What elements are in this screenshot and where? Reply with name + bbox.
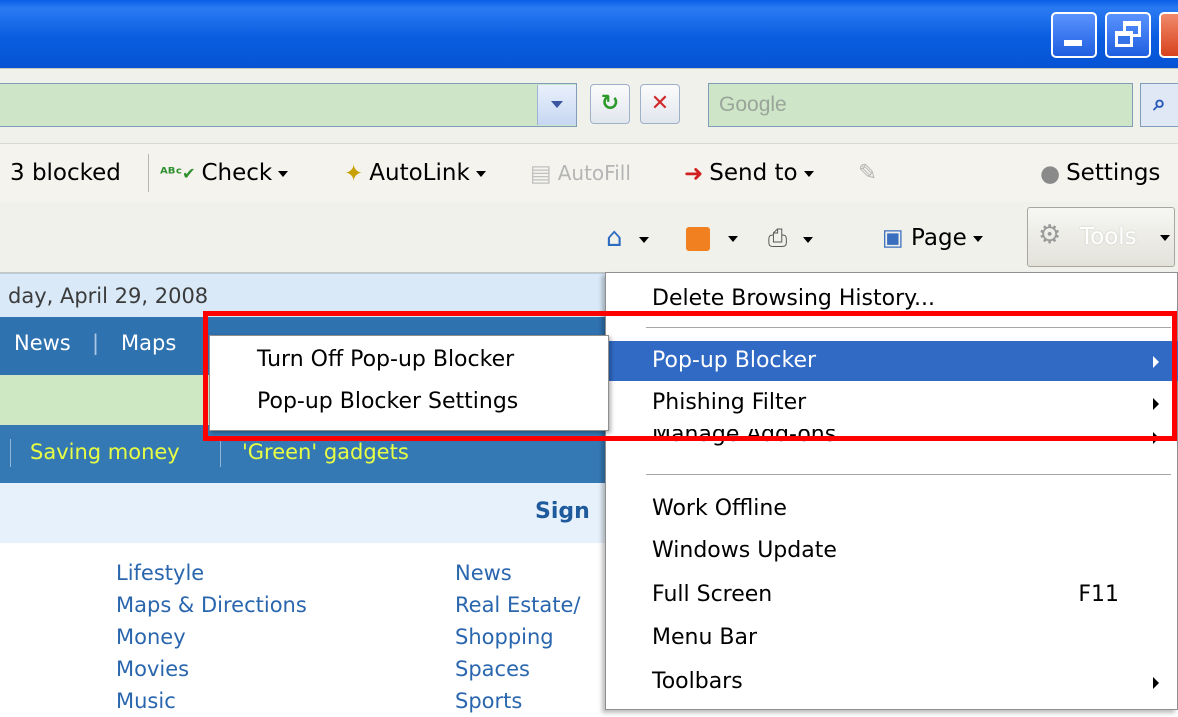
- link-spaces[interactable]: Spaces: [455, 653, 581, 685]
- nav-divider: |: [92, 331, 100, 355]
- link-lifestyle[interactable]: Lifestyle: [116, 557, 307, 589]
- submenu-arrow-icon: [1153, 677, 1159, 689]
- chevron-down-icon: [638, 236, 649, 243]
- menu-item-label: Delete Browsing History...: [652, 286, 935, 311]
- refresh-icon: ↻: [600, 91, 620, 116]
- highlighter-button[interactable]: ✎: [858, 144, 877, 202]
- settings-label: Settings: [1066, 160, 1161, 186]
- highlighter-icon: ✎: [858, 160, 878, 186]
- menu-item-work-offline[interactable]: Work Offline: [606, 489, 1178, 529]
- chevron-down-icon: [475, 170, 486, 177]
- autolink-label: AutoLink: [369, 160, 470, 186]
- minimize-icon: [1064, 40, 1082, 46]
- minimize-button[interactable]: [1051, 12, 1097, 58]
- date-text: day, April 29, 2008: [8, 284, 209, 308]
- tools-menu-button[interactable]: ⚙ Tools: [1027, 207, 1175, 267]
- menu-item-windows-update[interactable]: Windows Update: [606, 531, 1178, 571]
- refresh-button[interactable]: ↻: [590, 84, 630, 124]
- autofill-button[interactable]: ▤ AutoFill: [530, 144, 631, 202]
- highlight-annotation-box: [203, 311, 1177, 441]
- links-column-2: News Real Estate/ Shopping Spaces Sports: [455, 557, 581, 717]
- sign-in-strip: Sign: [0, 483, 610, 543]
- address-dropdown-button[interactable]: [537, 85, 576, 125]
- link-movies[interactable]: Movies: [116, 653, 307, 685]
- sign-in-link[interactable]: Sign: [535, 499, 590, 524]
- page-menu-button[interactable]: ▣ Page: [882, 216, 983, 260]
- command-bar: ⌂ ⎙ ▣ Page ⚙ Tools: [0, 202, 1178, 273]
- chevron-down-icon: [278, 170, 289, 177]
- link-money[interactable]: Money: [116, 621, 307, 653]
- menu-item-label: Windows Update: [652, 538, 837, 563]
- links-column-1: Lifestyle Maps & Directions Money Movies…: [116, 557, 307, 717]
- gear-icon: ⚙: [1038, 220, 1062, 250]
- form-icon: ▤: [530, 160, 552, 187]
- close-button[interactable]: [1159, 12, 1178, 58]
- menu-separator: [646, 474, 1171, 475]
- link-shopping[interactable]: Shopping: [455, 621, 581, 653]
- search-input[interactable]: Google: [708, 83, 1133, 127]
- menu-item-label: Work Offline: [652, 496, 787, 521]
- settings-icon: ●: [1040, 160, 1061, 187]
- title-bar: [0, 0, 1178, 68]
- send-to-button[interactable]: ➜ Send to: [684, 144, 814, 202]
- shortcut-label: F11: [1078, 582, 1119, 607]
- topic-link-saving-money[interactable]: Saving money: [30, 440, 180, 464]
- address-row: ↻ ✕ Google ⌕: [0, 68, 1178, 144]
- menu-item-label: Toolbars: [652, 669, 743, 694]
- menu-item-label: Full Screen: [652, 582, 773, 607]
- stop-icon: ✕: [650, 91, 670, 116]
- chevron-down-icon: [972, 235, 983, 242]
- rss-icon: [686, 226, 710, 251]
- autofill-label: AutoFill: [557, 161, 631, 185]
- topic-divider: [220, 439, 221, 467]
- search-button[interactable]: ⌕: [1140, 83, 1178, 127]
- printer-icon: ⎙: [768, 224, 788, 252]
- menu-item-label: Menu Bar: [652, 625, 758, 650]
- print-button[interactable]: ⎙: [768, 216, 814, 260]
- popups-blocked-button[interactable]: 3 blocked: [10, 144, 121, 202]
- menu-item-toolbars[interactable]: Toolbars: [606, 662, 1178, 702]
- link-news[interactable]: News: [455, 557, 581, 589]
- chevron-down-icon: [803, 170, 814, 177]
- chevron-down-icon: [803, 236, 814, 243]
- link-maps-directions[interactable]: Maps & Directions: [116, 589, 307, 621]
- tools-label: Tools: [1080, 224, 1137, 250]
- page-icon: ▣: [882, 225, 904, 251]
- search-icon: ⌕: [1153, 91, 1166, 116]
- settings-button[interactable]: ● Settings: [1040, 144, 1160, 202]
- topic-divider: [10, 439, 11, 467]
- send-to-icon: ➜: [684, 160, 704, 187]
- menu-item-full-screen[interactable]: Full Screen F11: [606, 575, 1178, 615]
- restore-button[interactable]: [1105, 12, 1151, 58]
- magic-wand-icon: ✦: [344, 160, 364, 187]
- nav-link-maps[interactable]: Maps: [121, 331, 176, 355]
- popups-blocked-label: 3 blocked: [10, 160, 121, 186]
- address-input[interactable]: [0, 83, 577, 127]
- toolbar-separator: [148, 154, 149, 192]
- chevron-down-icon: [1160, 235, 1170, 241]
- check-button[interactable]: ᴬᴮᶜ✔ Check: [160, 144, 289, 202]
- spellcheck-icon: ᴬᴮᶜ✔: [160, 163, 196, 183]
- link-sports[interactable]: Sports: [455, 685, 581, 717]
- chevron-down-icon: [728, 235, 738, 242]
- topic-link-green-gadgets[interactable]: 'Green' gadgets: [242, 440, 409, 464]
- feeds-button[interactable]: [686, 216, 738, 260]
- stop-button[interactable]: ✕: [640, 84, 680, 124]
- check-label: Check: [201, 160, 273, 186]
- link-real-estate[interactable]: Real Estate/: [455, 589, 581, 621]
- home-icon: ⌂: [606, 223, 623, 253]
- link-music[interactable]: Music: [116, 685, 307, 717]
- menu-item-menu-bar[interactable]: Menu Bar: [606, 618, 1178, 658]
- page-label: Page: [911, 225, 967, 251]
- google-toolbar: 3 blocked ᴬᴮᶜ✔ Check ✦ AutoLink ▤ AutoFill …: [0, 143, 1178, 203]
- autolink-button[interactable]: ✦ AutoLink: [344, 144, 486, 202]
- send-to-label: Send to: [709, 160, 798, 186]
- home-button[interactable]: ⌂: [606, 216, 649, 260]
- nav-link-news[interactable]: News: [14, 331, 71, 355]
